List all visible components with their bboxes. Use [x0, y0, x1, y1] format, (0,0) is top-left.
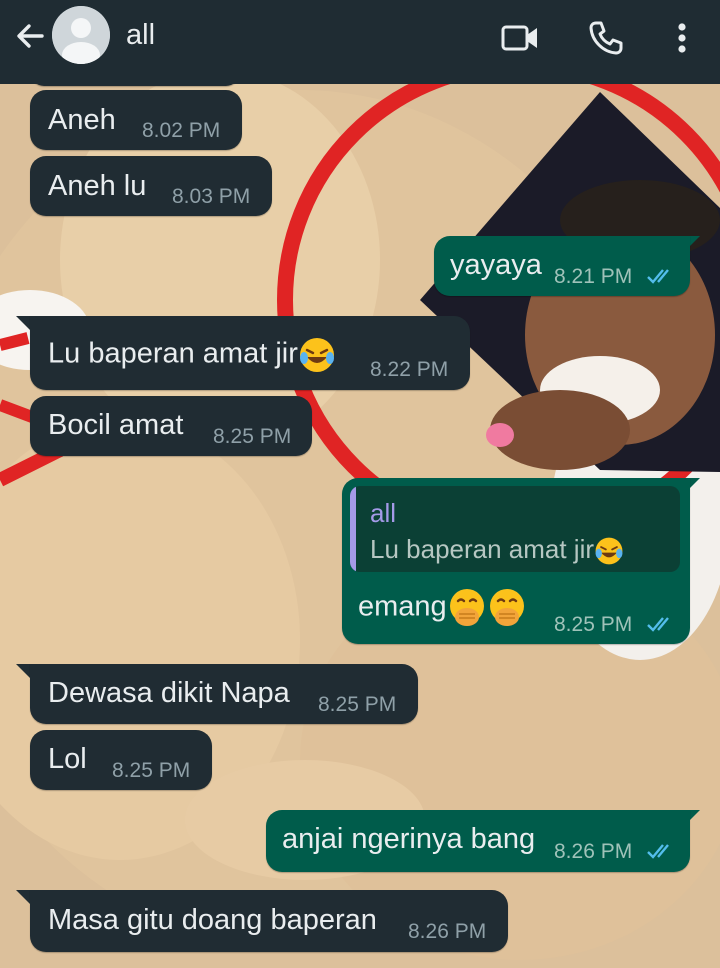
message-text: emang	[358, 588, 527, 628]
quoted-sender: all	[370, 498, 397, 528]
message-time: 8.22 PM	[370, 358, 449, 381]
message-text: Masa gitu doang baperan	[48, 904, 377, 936]
message-text: Bocil amat	[48, 409, 184, 441]
avatar-placeholder-icon	[52, 6, 110, 64]
more-vert-icon[interactable]	[660, 18, 704, 58]
avatar[interactable]	[52, 6, 110, 64]
contact-name[interactable]: all	[126, 17, 155, 53]
message-incoming[interactable]: Dewasa dikit Napa 8.25 PM	[30, 664, 418, 724]
phone-call-icon[interactable]	[586, 18, 626, 58]
quote-accent-bar	[350, 486, 356, 572]
message-text: anjai ngerinya bang	[282, 823, 536, 855]
message-incoming[interactable]: Lol 8.25 PM	[30, 730, 212, 790]
quoted-message[interactable]: all Lu baperan amat jir	[350, 486, 680, 572]
message-incoming[interactable]: Bocil amat 8.25 PM	[30, 396, 312, 456]
message-incoming[interactable]: Aneh lu 8.03 PM	[30, 156, 272, 216]
back-arrow-icon[interactable]	[12, 18, 48, 54]
quoted-text: Lu baperan amat jir	[370, 534, 624, 566]
message-time: 8.02 PM	[142, 119, 221, 142]
hand-over-mouth-emoji-icon	[449, 589, 484, 626]
message-text: Aneh lu	[48, 170, 147, 202]
read-receipt-icon	[647, 844, 669, 859]
message-incoming[interactable]: Masa gitu doang baperan 8.26 PM	[30, 890, 508, 952]
hand-over-mouth-emoji-icon	[489, 589, 524, 626]
message-outgoing[interactable]: anjai ngerinya bang 8.26 PM	[266, 810, 690, 872]
message-text: Dewasa dikit Napa	[48, 677, 290, 709]
read-receipt-icon	[647, 617, 669, 632]
quoted-text-content: Lu baperan amat jir	[370, 534, 595, 564]
message-incoming[interactable]: Aneh 8.02 PM	[30, 90, 242, 150]
message-incoming[interactable]: Lu baperan amat jir 8.22 PM	[30, 316, 470, 390]
message-outgoing-reply[interactable]: all Lu baperan amat jir emang 8.25 PM	[342, 478, 690, 644]
message-text-content: Lu baperan amat jir	[48, 337, 298, 370]
video-call-icon[interactable]	[500, 18, 540, 58]
message-outgoing[interactable]: yayaya 8.21 PM	[434, 236, 690, 296]
message-time: 8.26 PM	[554, 840, 633, 863]
message-text: Aneh	[48, 104, 116, 136]
message-text: yayaya	[450, 249, 542, 281]
message-time: 8.25 PM	[318, 693, 397, 716]
read-receipt-icon	[647, 269, 669, 284]
message-time: 8.25 PM	[554, 613, 633, 636]
tears-of-joy-emoji-icon	[595, 537, 623, 565]
message-time: 8.26 PM	[408, 920, 487, 943]
chat-header: all	[0, 0, 720, 84]
message-text-content: emang	[358, 590, 447, 623]
message-text: Lol	[48, 743, 87, 775]
message-time: 8.25 PM	[112, 759, 191, 782]
message-time: 8.21 PM	[554, 265, 633, 288]
message-time: 8.25 PM	[213, 425, 292, 448]
tears-of-joy-emoji-icon	[299, 338, 334, 372]
message-text: Lu baperan amat jir	[48, 336, 336, 374]
message-time: 8.03 PM	[172, 185, 251, 208]
